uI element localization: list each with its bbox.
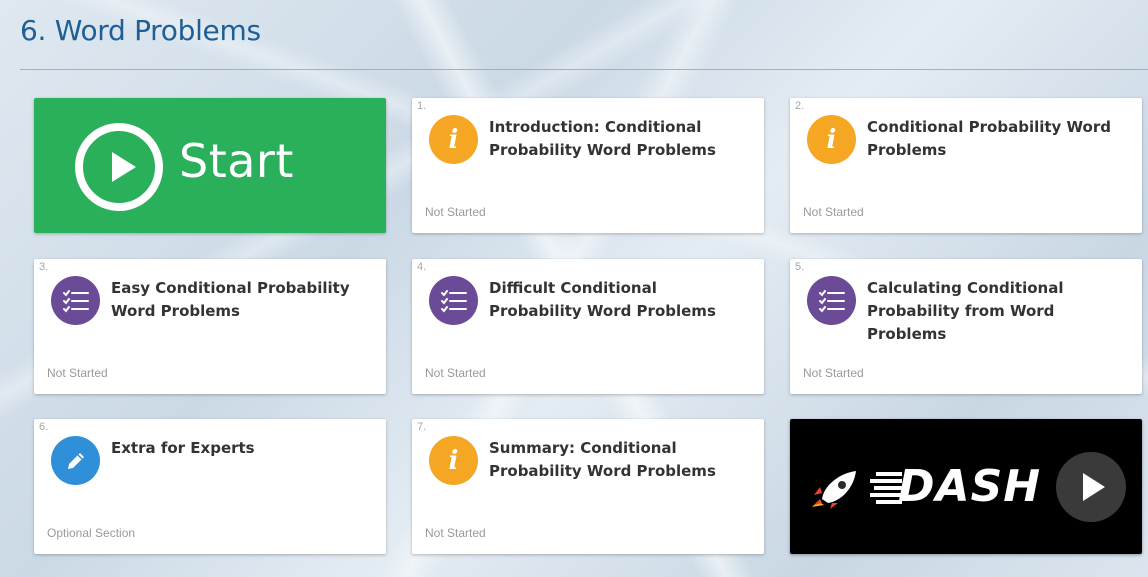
lesson-title: Easy Conditional Probability Word Proble… [111,279,350,320]
lesson-status: Not Started [425,366,486,380]
lesson-status: Not Started [803,366,864,380]
lesson-number: 2. [795,100,805,112]
lesson-title: Difficult Conditional Probability Word P… [489,279,716,320]
quiz-list-icon [429,276,478,325]
section-divider [20,69,1148,70]
lesson-title: Conditional Probability Word Problems [867,118,1111,159]
speed-lines-icon [870,472,902,504]
info-icon: i [429,436,478,485]
dash-logo-text: DASH [898,461,1042,512]
lesson-card-7[interactable]: 7. i Summary: Conditional Probability Wo… [412,419,764,554]
lesson-card-6[interactable]: 6. Extra for Experts Optional Section [34,419,386,554]
lesson-card-3[interactable]: 3. Easy Conditional Probability Word Pro… [34,259,386,394]
lesson-number: 5. [795,261,805,273]
dash-card[interactable]: DASH [790,419,1142,554]
lesson-status: Not Started [425,526,486,540]
quiz-list-icon [807,276,856,325]
lesson-number: 6. [39,421,49,433]
pencil-icon [51,436,100,485]
lesson-card-4[interactable]: 4. Difficult Conditional Probability Wor… [412,259,764,394]
lesson-status: Not Started [47,366,108,380]
lesson-card-5[interactable]: 5. Calculating Conditional Probability f… [790,259,1142,394]
lesson-number: 4. [417,261,427,273]
lesson-title: Introduction: Conditional Probability Wo… [489,118,716,159]
section-title: 6. Word Problems [20,14,261,47]
info-icon: i [807,115,856,164]
start-label: Start [179,134,294,188]
lesson-card-2[interactable]: 2. i Conditional Probability Word Proble… [790,98,1142,233]
lesson-status: Optional Section [47,526,136,540]
rocket-icon [812,471,856,509]
lesson-title: Calculating Conditional Probability from… [867,279,1064,343]
lesson-title: Extra for Experts [111,439,255,457]
lesson-title: Summary: Conditional Probability Word Pr… [489,439,716,480]
lesson-number: 3. [39,261,49,273]
info-icon: i [429,115,478,164]
play-icon [1083,473,1105,501]
lesson-card-1[interactable]: 1. i Introduction: Conditional Probabili… [412,98,764,233]
lesson-number: 7. [417,421,427,433]
lesson-number: 1. [417,100,427,112]
lesson-status: Not Started [425,205,486,219]
quiz-list-icon [51,276,100,325]
play-circle-icon [75,123,163,211]
lesson-status: Not Started [803,205,864,219]
dash-play-button[interactable] [1056,452,1126,522]
start-button[interactable]: Start [34,98,386,233]
